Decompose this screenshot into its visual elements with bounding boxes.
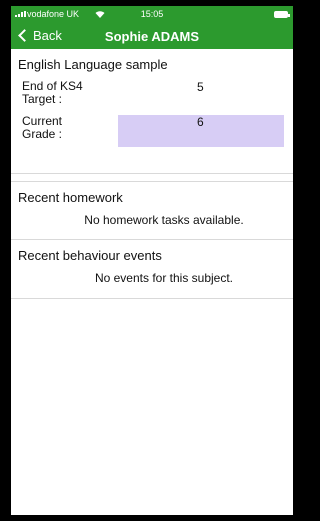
status-bar: vodafone UK 15:05 — [11, 6, 293, 23]
phone-screen: vodafone UK 15:05 Back Sophie ADAMS Engl… — [11, 6, 293, 515]
behaviour-title: Recent behaviour events — [18, 248, 162, 263]
navigation-bar: Back Sophie ADAMS — [11, 23, 293, 49]
section-divider — [11, 174, 293, 182]
battery-icon — [274, 11, 290, 18]
behaviour-empty-message: No events for this subject. — [94, 271, 234, 285]
behaviour-section: Recent behaviour events No events for th… — [11, 240, 293, 299]
target-grade-label: End of KS4 Target : — [22, 79, 83, 106]
current-grade-value: 6 — [197, 115, 204, 129]
grade-table: End of KS4 Target : 5 Current Grade : 6 — [11, 76, 293, 147]
target-grade-row: End of KS4 Target : 5 — [11, 80, 293, 112]
page-title: Sophie ADAMS — [104, 29, 200, 44]
current-grade-row: Current Grade : 6 — [11, 115, 293, 147]
current-grade-cell: 6 — [118, 115, 284, 147]
target-grade-cell: 5 — [118, 80, 284, 112]
clock: 15:05 — [140, 9, 164, 19]
target-grade-value: 5 — [197, 80, 204, 94]
homework-empty-message: No homework tasks available. — [84, 213, 244, 227]
subject-title: English Language sample — [18, 57, 168, 72]
homework-title: Recent homework — [18, 190, 123, 205]
current-grade-label: Current Grade : — [22, 114, 63, 141]
subject-section: English Language sample End of KS4 Targe… — [11, 49, 293, 174]
homework-section: Recent homework No homework tasks availa… — [11, 182, 293, 240]
